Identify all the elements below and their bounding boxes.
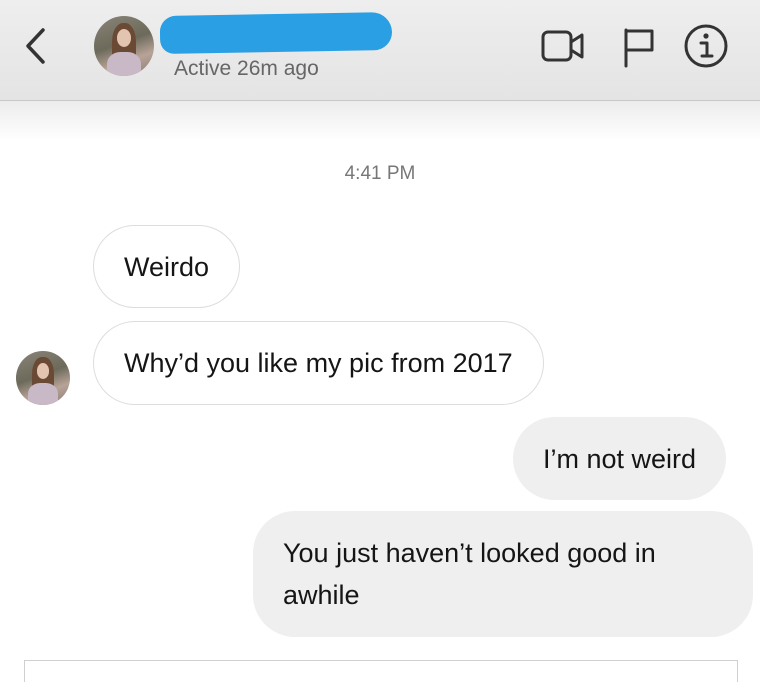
dm-screen: Active 26m ago 4:41 PM Weirdo Why’d you … <box>0 0 760 682</box>
video-call-icon <box>541 30 584 62</box>
received-message[interactable]: Why’d you like my pic from 2017 <box>93 321 544 405</box>
message-timestamp: 4:41 PM <box>344 163 416 184</box>
contact-name-redaction <box>159 11 393 55</box>
report-button[interactable] <box>621 26 657 73</box>
header-shadow <box>0 101 760 141</box>
info-button[interactable] <box>682 22 730 75</box>
message-text: Weirdo <box>124 251 210 282</box>
message-text: I’m not weird <box>543 443 697 474</box>
video-call-button[interactable] <box>540 26 586 71</box>
message-text: You just haven’t looked good in awhile <box>283 538 656 610</box>
flag-icon <box>624 28 654 68</box>
sent-message[interactable]: You just haven’t looked good in awhile <box>253 511 753 637</box>
info-icon <box>684 24 728 68</box>
chevron-left-icon <box>26 28 45 64</box>
active-status: Active 26m ago <box>174 57 319 80</box>
message-text: Why’d you like my pic from 2017 <box>124 348 513 378</box>
sent-message[interactable]: I’m not weird <box>513 417 727 500</box>
contact-avatar[interactable] <box>94 16 154 76</box>
chat-header: Active 26m ago <box>0 0 760 101</box>
message-input-area[interactable] <box>24 660 738 682</box>
received-message[interactable]: Weirdo <box>93 225 241 308</box>
sender-avatar[interactable] <box>16 351 70 405</box>
back-button[interactable] <box>18 24 54 68</box>
